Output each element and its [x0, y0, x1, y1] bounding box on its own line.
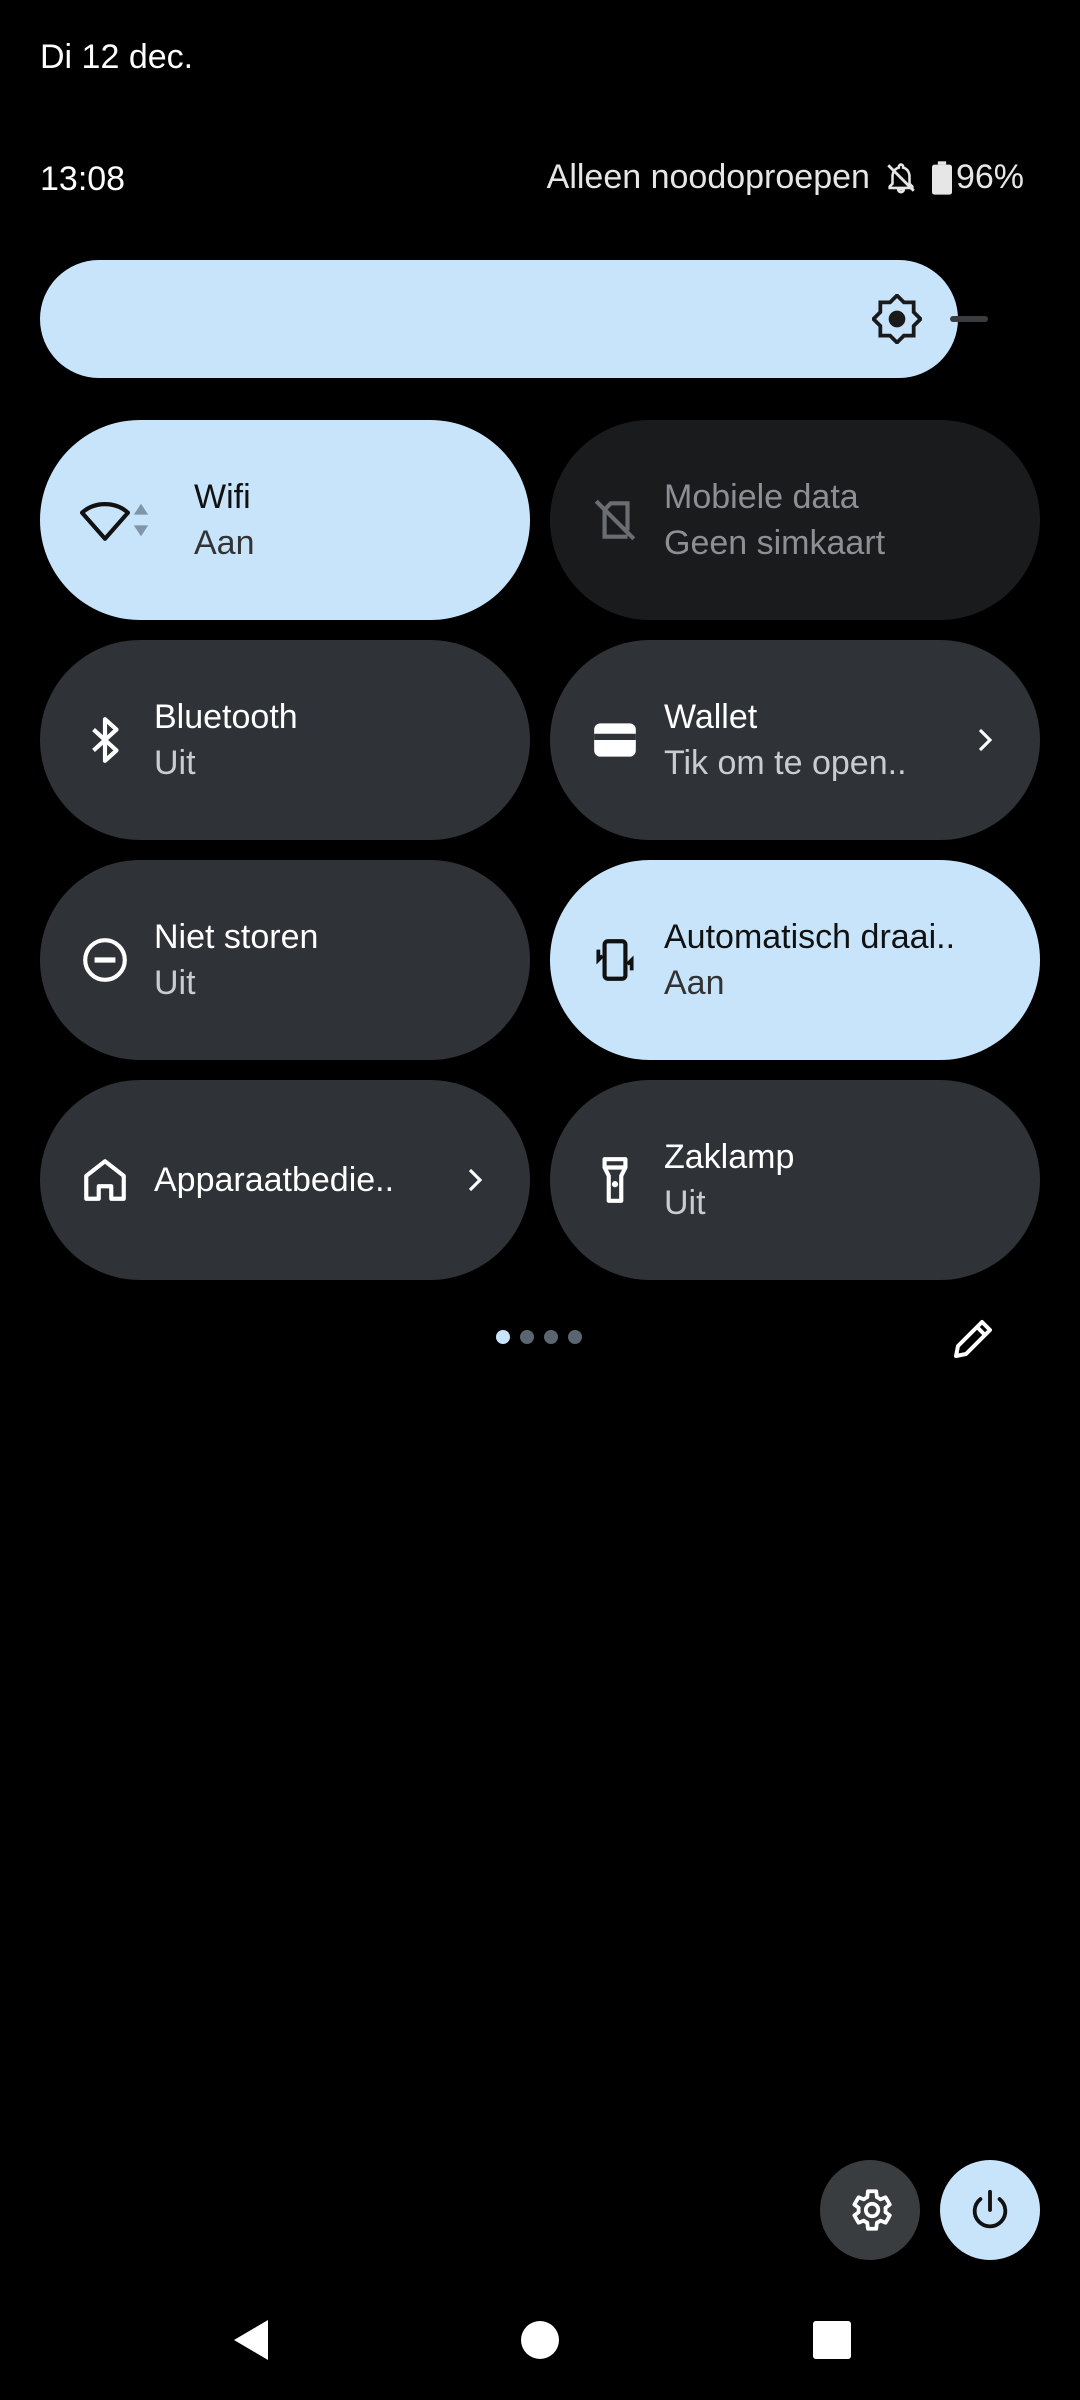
page-dot — [544, 1330, 558, 1344]
data-arrows-icon — [133, 503, 149, 537]
tile-state: Uit — [664, 1184, 706, 1222]
carrier-status: Alleen noodoproepen — [546, 158, 870, 196]
nav-back-button[interactable] — [222, 2300, 282, 2380]
wifi-icon — [80, 502, 130, 541]
page-dot — [496, 1330, 510, 1344]
tile-do-not-disturb[interactable]: Niet storen Uit — [40, 860, 530, 1060]
settings-button[interactable] — [820, 2160, 920, 2260]
brightness-icon — [872, 294, 922, 344]
tile-label: Niet storen — [154, 918, 319, 956]
recents-square-icon — [813, 2321, 851, 2359]
wallet-icon — [594, 723, 636, 757]
tile-state: Uit — [154, 744, 196, 782]
power-button[interactable] — [940, 2160, 1040, 2260]
tile-state: Aan — [664, 964, 725, 1002]
home-icon — [84, 1159, 126, 1201]
power-icon — [972, 2189, 1008, 2229]
battery-icon — [931, 160, 952, 195]
tile-label: Automatisch draai.. — [664, 918, 956, 956]
no-sim-icon — [594, 499, 636, 541]
gear-icon — [852, 2189, 892, 2231]
status-bar: Alleen noodoproepen 96% — [547, 158, 1024, 197]
tile-device-controls[interactable]: Apparaatbedie.. — [40, 1080, 530, 1280]
tile-state: Uit — [154, 964, 196, 1002]
nav-home-button[interactable] — [510, 2300, 570, 2380]
brightness-slider[interactable] — [40, 260, 958, 378]
tile-label: Zaklamp — [664, 1138, 795, 1176]
tile-label: Wifi — [194, 478, 251, 516]
flashlight-icon — [602, 1157, 628, 1203]
chevron-right-icon — [468, 1168, 483, 1192]
edit-pencil-icon[interactable] — [950, 1314, 998, 1362]
page-dot — [568, 1330, 582, 1344]
tile-flashlight[interactable]: Zaklamp Uit — [550, 1080, 1040, 1280]
tile-label: Wallet — [664, 698, 758, 736]
chevron-right-icon — [978, 728, 993, 752]
do-not-disturb-icon — [83, 938, 127, 982]
tile-mobile-data[interactable]: Mobiele data Geen simkaart — [550, 420, 1040, 620]
nav-recents-button[interactable] — [802, 2300, 862, 2380]
bluetooth-icon — [92, 717, 119, 763]
home-circle-icon — [521, 2321, 559, 2359]
auto-rotate-icon — [596, 939, 634, 981]
tile-state: Tik om te open.. — [664, 744, 907, 782]
clock: 13:08 — [40, 160, 126, 198]
page-indicator — [496, 1330, 582, 1344]
tile-state: Geen simkaart — [664, 524, 886, 562]
battery-indicator: 96% — [931, 158, 1024, 197]
brightness-track — [950, 316, 988, 322]
tile-state: Aan — [194, 524, 255, 562]
tile-bluetooth[interactable]: Bluetooth Uit — [40, 640, 530, 840]
battery-percent: 96% — [955, 158, 1024, 196]
date-label: Di 12 dec. — [40, 38, 194, 76]
tile-label: Apparaatbedie.. — [154, 1161, 395, 1199]
tile-auto-rotate[interactable]: Automatisch draai.. Aan — [550, 860, 1040, 1060]
bell-off-icon — [887, 162, 915, 193]
tile-wifi[interactable]: Wifi Aan — [40, 420, 530, 620]
tile-label: Mobiele data — [664, 478, 859, 516]
page-dot — [520, 1330, 534, 1344]
back-triangle-icon — [234, 2320, 268, 2360]
tile-wallet[interactable]: Wallet Tik om te open.. — [550, 640, 1040, 840]
tile-label: Bluetooth — [154, 698, 298, 736]
